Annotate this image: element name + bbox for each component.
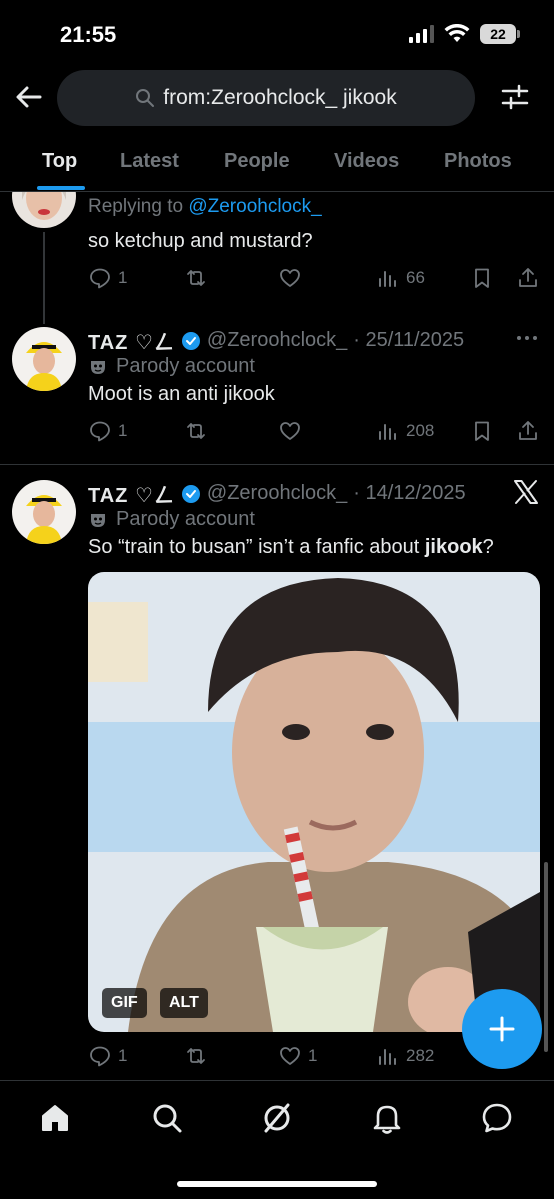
reply-button[interactable]: 1 bbox=[88, 266, 127, 290]
tweet1-date: · 25/11/2025 bbox=[353, 329, 465, 351]
tweet2-avatar-image bbox=[12, 480, 76, 544]
retweet-button[interactable] bbox=[184, 266, 208, 290]
reply-actions: 1 66 bbox=[88, 266, 540, 296]
like-button[interactable]: 1 bbox=[278, 1044, 317, 1068]
like-icon bbox=[280, 269, 300, 287]
tab-videos[interactable]: Videos bbox=[334, 150, 399, 173]
tweet1-actions: 1 208 bbox=[88, 419, 540, 449]
reply-avatar-image bbox=[12, 192, 76, 228]
reply-button[interactable]: 1 bbox=[88, 1044, 127, 1068]
cellular-signal-icon bbox=[409, 25, 434, 43]
gif-thumbnail bbox=[88, 572, 540, 1032]
tweet2-display-name[interactable]: TAZ ♡ㄥ bbox=[88, 479, 175, 508]
verified-badge-icon bbox=[181, 484, 200, 503]
reply-icon bbox=[90, 268, 110, 289]
views-button[interactable]: 282 bbox=[376, 1044, 434, 1068]
views-button[interactable]: 208 bbox=[376, 419, 434, 443]
share-icon bbox=[519, 268, 537, 287]
tweet1-display-name[interactable]: TAZ ♡ㄥ bbox=[88, 326, 175, 355]
like-button[interactable] bbox=[278, 266, 302, 290]
tweet1-handle[interactable]: @Zeroohclock_ bbox=[207, 329, 347, 352]
bookmark-icon bbox=[475, 268, 489, 288]
tweet2-handle[interactable]: @Zeroohclock_ bbox=[207, 482, 347, 505]
retweet-icon bbox=[187, 270, 205, 286]
like-icon bbox=[280, 422, 300, 440]
replying-to: Replying to @Zeroohclock_ bbox=[88, 196, 322, 217]
active-tab-indicator bbox=[37, 186, 85, 190]
search-input[interactable]: from:Zeroohclock_ jikook bbox=[57, 70, 475, 126]
like-icon bbox=[280, 1047, 300, 1065]
views-button[interactable]: 66 bbox=[376, 266, 425, 290]
filter-sliders-icon[interactable] bbox=[500, 82, 530, 112]
status-bar: 21:55 22 bbox=[0, 0, 554, 68]
messages-icon[interactable] bbox=[480, 1101, 514, 1135]
alt-text-button[interactable]: ALT bbox=[160, 988, 208, 1018]
bookmark-button[interactable] bbox=[470, 266, 494, 290]
gif-badge: GIF bbox=[102, 988, 147, 1018]
parody-mask-icon bbox=[91, 360, 105, 374]
replying-to-handle[interactable]: @Zeroohclock_ bbox=[188, 196, 321, 217]
share-button[interactable] bbox=[516, 419, 540, 443]
notifications-icon[interactable] bbox=[370, 1101, 404, 1135]
retweet-button[interactable] bbox=[184, 419, 208, 443]
tweet1-text: Moot is an anti jikook bbox=[88, 383, 275, 405]
status-icons: 22 bbox=[409, 24, 520, 44]
status-time: 21:55 bbox=[60, 22, 117, 47]
battery-indicator: 22 bbox=[480, 24, 520, 44]
bookmark-button[interactable] bbox=[470, 419, 494, 443]
views-icon bbox=[379, 424, 396, 440]
tweet2-gif-media[interactable]: GIF ALT bbox=[88, 572, 540, 1032]
tweet2-header: TAZ ♡ㄥ @Zeroohclock_ · 14/12/2025 bbox=[88, 479, 466, 508]
thread-connector-line bbox=[43, 232, 45, 324]
tab-latest[interactable]: Latest bbox=[120, 150, 179, 173]
bottom-navigation bbox=[0, 1080, 554, 1199]
grok-icon[interactable] bbox=[260, 1101, 294, 1135]
tweet1-header: TAZ ♡ㄥ @Zeroohclock_ · 25/11/2025 bbox=[88, 326, 464, 355]
plus-icon bbox=[489, 1016, 515, 1042]
tweet1-avatar[interactable] bbox=[12, 327, 76, 391]
tweet2-avatar[interactable] bbox=[12, 480, 76, 544]
search-tabs: Top Latest People Videos Photos bbox=[0, 136, 554, 192]
parody-mask-icon bbox=[91, 513, 105, 527]
search-results-feed[interactable]: Replying to @Zeroohclock_ so ketchup and… bbox=[0, 192, 554, 1080]
home-indicator-bar bbox=[177, 1181, 377, 1187]
tweet1-parody-label: Parody account bbox=[88, 355, 255, 378]
x-logo-icon bbox=[514, 480, 538, 504]
more-options-icon[interactable] bbox=[516, 334, 538, 342]
search-icon bbox=[136, 89, 155, 107]
tab-top[interactable]: Top bbox=[42, 150, 77, 173]
share-button[interactable] bbox=[516, 266, 540, 290]
like-button[interactable] bbox=[278, 419, 302, 443]
search-query: from:Zeroohclock_ jikook bbox=[163, 86, 397, 109]
reply-button[interactable]: 1 bbox=[88, 419, 127, 443]
wifi-icon bbox=[444, 24, 470, 42]
retweet-button[interactable] bbox=[184, 1044, 208, 1068]
reply-icon bbox=[90, 1046, 110, 1067]
tweet2-date: · 14/12/2025 bbox=[353, 482, 466, 504]
bookmark-icon bbox=[475, 421, 489, 441]
compose-button[interactable] bbox=[462, 989, 542, 1069]
reply-avatar[interactable] bbox=[12, 192, 76, 228]
views-icon bbox=[379, 1049, 396, 1065]
retweet-icon bbox=[187, 423, 205, 439]
share-icon bbox=[519, 421, 537, 440]
search-header: from:Zeroohclock_ jikook bbox=[0, 68, 554, 130]
tweet2-parody-label: Parody account bbox=[88, 508, 255, 531]
verified-badge-icon bbox=[181, 331, 200, 350]
views-icon bbox=[379, 271, 396, 287]
tweet1-avatar-image bbox=[12, 327, 76, 391]
reply-text: so ketchup and mustard? bbox=[88, 230, 313, 252]
home-icon[interactable] bbox=[38, 1101, 72, 1135]
reply-icon bbox=[90, 421, 110, 442]
back-arrow-icon[interactable] bbox=[14, 82, 44, 112]
tab-people[interactable]: People bbox=[224, 150, 290, 173]
retweet-icon bbox=[187, 1048, 205, 1064]
tweet-divider bbox=[0, 464, 554, 465]
scrollbar[interactable] bbox=[544, 862, 548, 1052]
explore-search-icon[interactable] bbox=[150, 1101, 184, 1135]
tab-photos[interactable]: Photos bbox=[444, 150, 512, 173]
tweet2-text: So “train to busan” isn’t a fanfic about… bbox=[88, 536, 494, 558]
